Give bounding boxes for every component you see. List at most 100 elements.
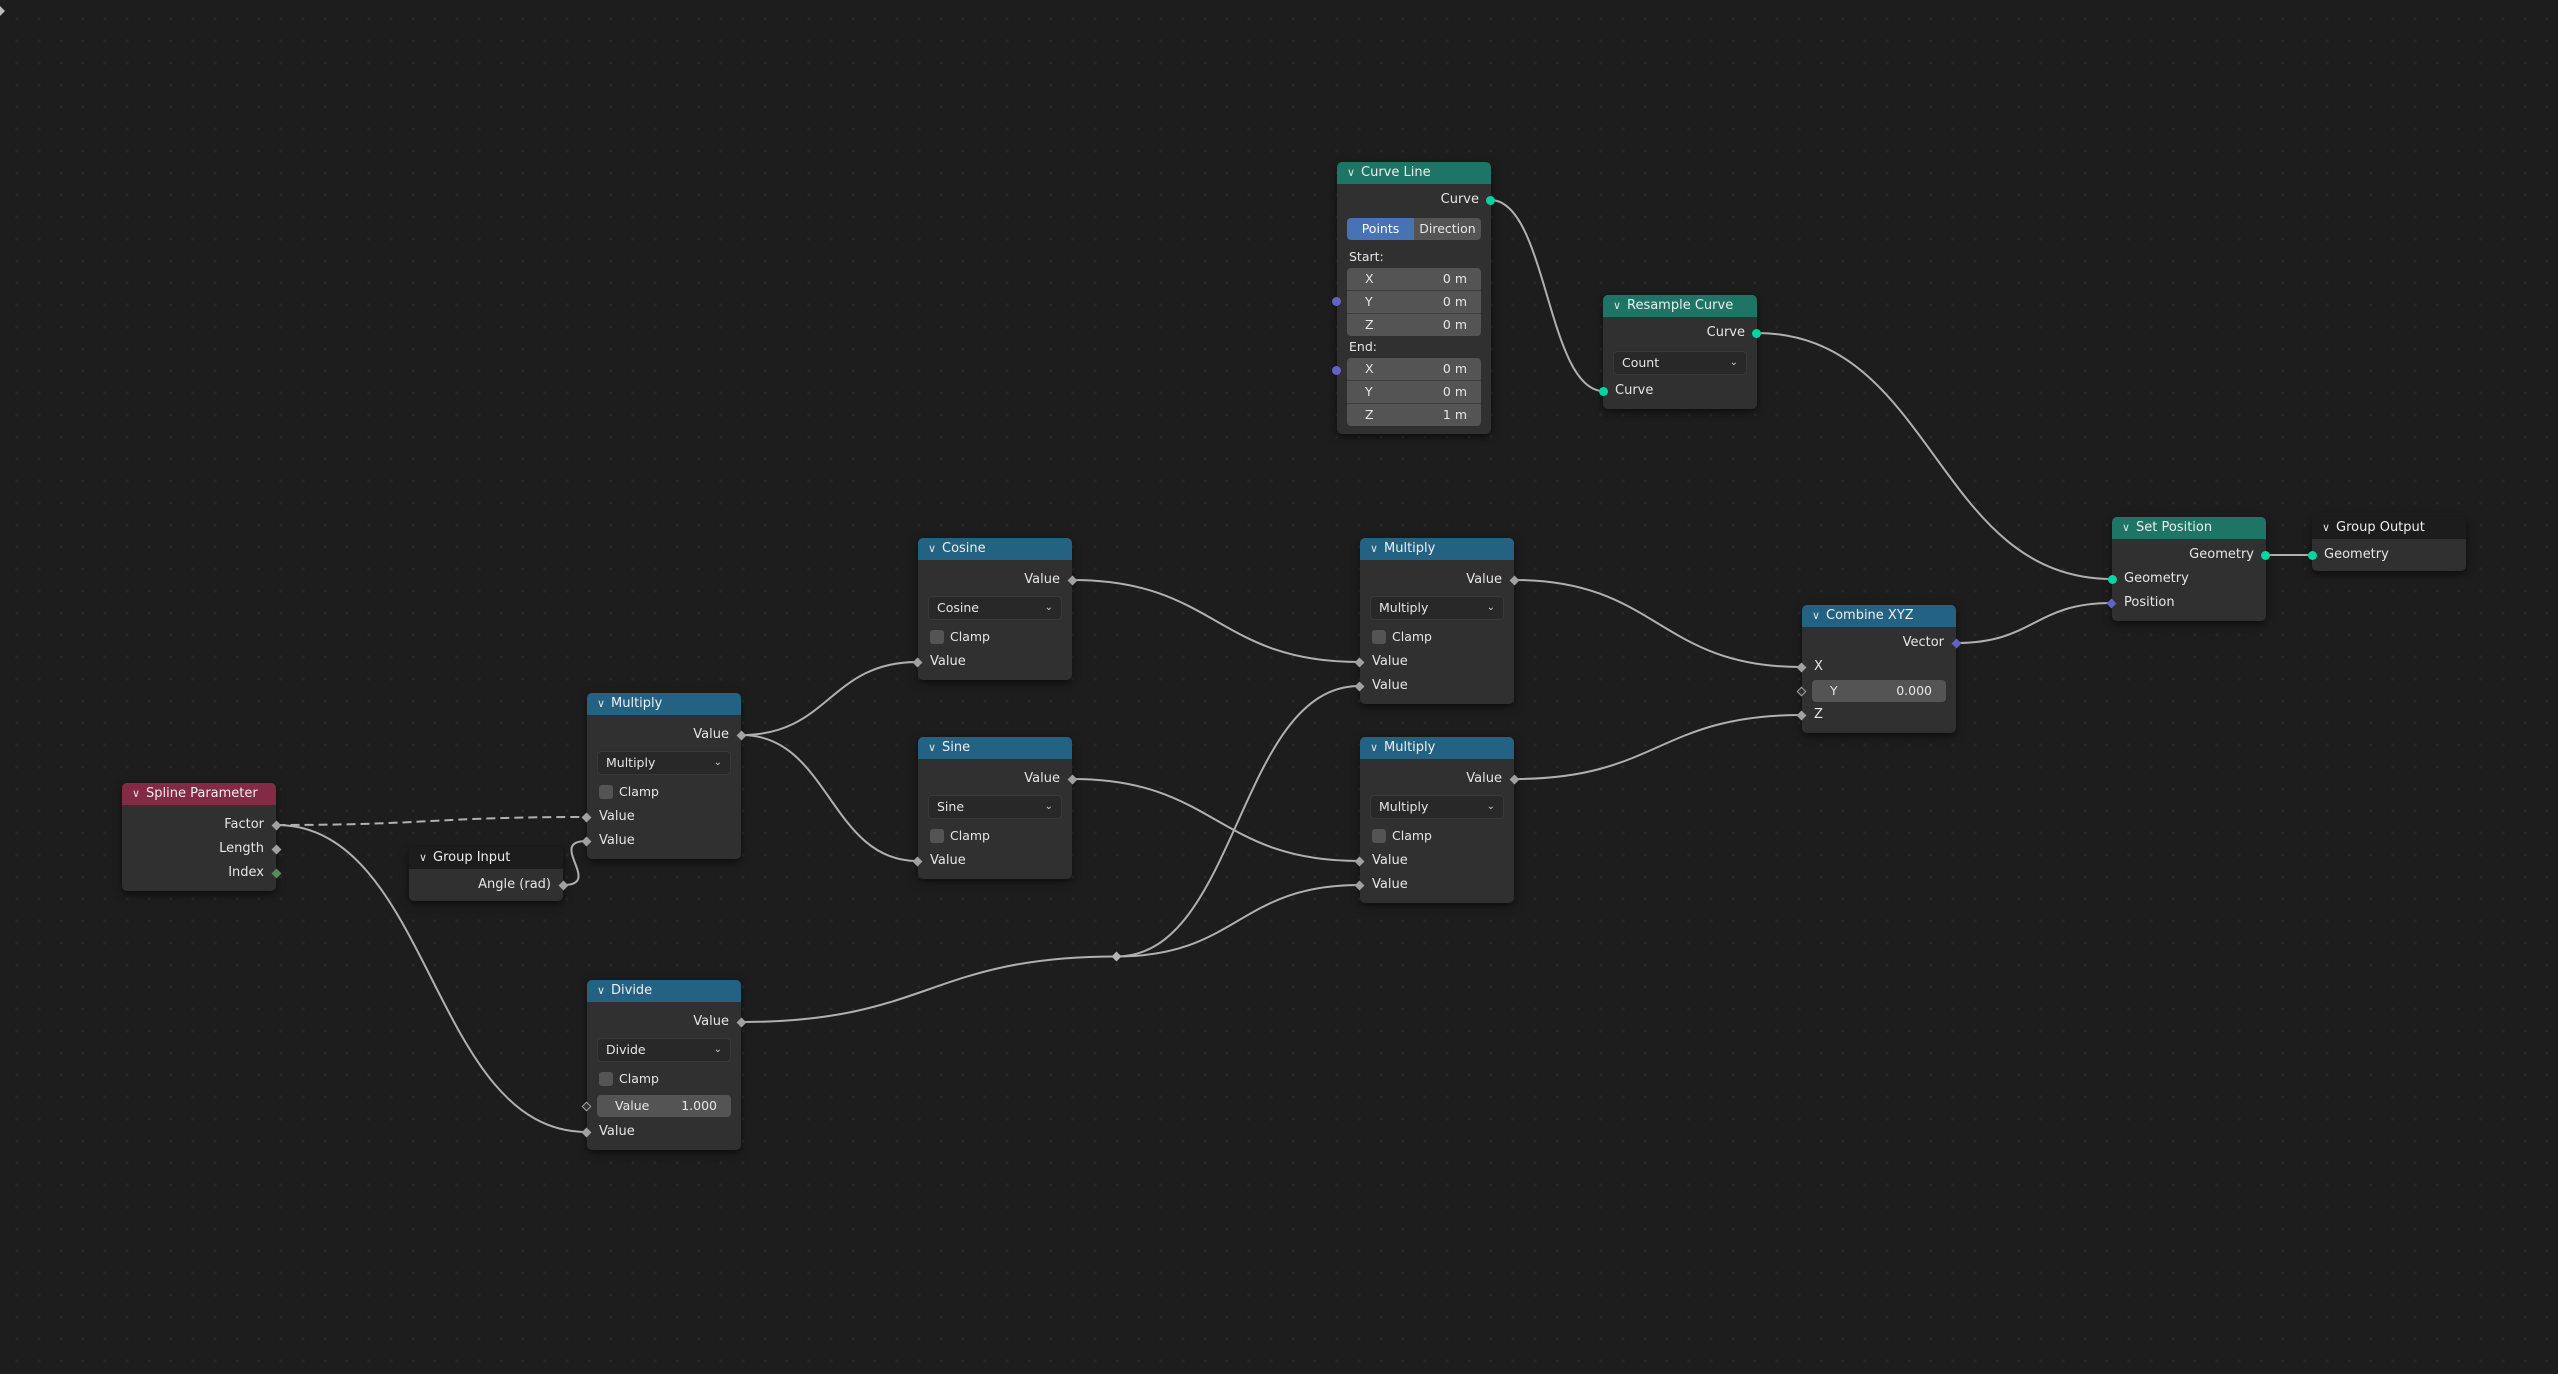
spline-parameter-node[interactable]: ∨ Spline Parameter Factor Length Index	[122, 783, 282, 891]
y-number-field[interactable]: Y 0.000	[1812, 680, 1946, 702]
clamp-checkbox-row[interactable]: Clamp	[918, 624, 1072, 650]
value-output-socket[interactable]	[1067, 575, 1078, 585]
value-input-socket[interactable]	[1354, 856, 1365, 866]
operation-dropdown[interactable]: Multiply ⌄	[597, 751, 731, 775]
value-input-socket[interactable]	[912, 856, 923, 866]
collapse-chevron-icon[interactable]: ∨	[597, 980, 611, 1002]
value-output-socket[interactable]	[1509, 774, 1520, 784]
value-input-socket[interactable]	[581, 1101, 592, 1112]
operation-dropdown[interactable]: Cosine ⌄	[928, 596, 1062, 620]
value-output-socket[interactable]	[1509, 575, 1520, 585]
clamp-checkbox[interactable]	[930, 829, 944, 843]
operation-dropdown[interactable]: Sine ⌄	[928, 795, 1062, 819]
vector-output-socket[interactable]	[1951, 638, 1962, 648]
combine-xyz-node[interactable]: ∨ Combine XYZ Vector X Y 0.000 Z	[1796, 605, 1962, 733]
node-header[interactable]: ∨ Sine	[918, 737, 1072, 759]
clamp-checkbox[interactable]	[599, 1072, 613, 1086]
node-link[interactable]	[1514, 714, 1802, 780]
collapse-chevron-icon[interactable]: ∨	[928, 737, 942, 759]
clamp-checkbox[interactable]	[1372, 829, 1386, 843]
node-header[interactable]: ∨ Combine XYZ	[1802, 605, 1956, 627]
clamp-checkbox[interactable]	[599, 785, 613, 799]
clamp-checkbox-row[interactable]: Clamp	[587, 1066, 741, 1092]
geometry-input-socket[interactable]	[2308, 550, 2317, 560]
y-input-socket[interactable]	[1796, 686, 1807, 697]
end-input-socket[interactable]	[1332, 366, 1341, 375]
curve-input-socket[interactable]	[1599, 386, 1608, 396]
collapse-chevron-icon[interactable]: ∨	[1347, 162, 1361, 184]
resample-curve-node[interactable]: ∨ Resample Curve Curve Count ⌄ Curve	[1599, 295, 1761, 409]
node-link[interactable]	[1116, 884, 1360, 958]
node-header[interactable]: ∨ Spline Parameter	[122, 783, 276, 805]
curve-output-socket[interactable]	[1752, 328, 1761, 338]
index-output-socket[interactable]	[271, 868, 282, 878]
value-input-socket[interactable]	[1354, 681, 1365, 691]
clamp-checkbox-row[interactable]: Clamp	[1360, 624, 1514, 650]
collapse-chevron-icon[interactable]: ∨	[928, 538, 942, 560]
node-header[interactable]: ∨ Resample Curve	[1603, 295, 1757, 317]
collapse-chevron-icon[interactable]: ∨	[1812, 605, 1826, 627]
node-link[interactable]	[1072, 579, 1360, 663]
mode-direction-button[interactable]: Direction	[1414, 218, 1481, 240]
node-header[interactable]: ∨ Multiply	[1360, 737, 1514, 759]
start-y-field[interactable]: Y 0 m	[1347, 291, 1481, 314]
end-x-field[interactable]: X 0 m	[1347, 358, 1481, 381]
node-link[interactable]	[1072, 778, 1360, 862]
multiply-node[interactable]: ∨ Multiply Value Multiply ⌄ Clamp Value Va…	[1354, 737, 1520, 903]
value-input-socket[interactable]	[581, 1127, 592, 1137]
position-input-socket[interactable]	[2106, 598, 2117, 608]
clamp-checkbox-row[interactable]: Clamp	[1360, 823, 1514, 849]
length-output-socket[interactable]	[271, 844, 282, 854]
clamp-checkbox[interactable]	[930, 630, 944, 644]
value-input-socket[interactable]	[1354, 657, 1365, 667]
set-position-node[interactable]: ∨ Set Position Geometry Geometry Position	[2106, 517, 2270, 621]
value-input-socket[interactable]	[912, 657, 923, 667]
collapse-chevron-icon[interactable]: ∨	[419, 847, 433, 869]
value-input-socket[interactable]	[1354, 880, 1365, 890]
group-output-node[interactable]: ∨ Group Output Geometry	[2308, 517, 2466, 571]
value-input-socket[interactable]	[581, 836, 592, 846]
node-link[interactable]	[1514, 579, 1802, 668]
operation-dropdown[interactable]: Multiply ⌄	[1370, 596, 1504, 620]
collapse-chevron-icon[interactable]: ∨	[1613, 295, 1627, 317]
x-input-socket[interactable]	[1796, 662, 1807, 672]
value-output-socket[interactable]	[736, 730, 747, 740]
expand-arrow-icon[interactable]	[0, 6, 5, 16]
node-header[interactable]: ∨ Group Output	[2312, 517, 2466, 539]
node-link[interactable]	[1490, 199, 1604, 392]
multiply-node[interactable]: ∨ Multiply Value Multiply ⌄ Clamp Value Va…	[581, 693, 747, 859]
end-z-field[interactable]: Z 1 m	[1347, 404, 1481, 426]
collapse-chevron-icon[interactable]: ∨	[2122, 517, 2136, 539]
divide-node[interactable]: ∨ Divide Value Divide ⌄ Clamp Value 1.000 V…	[581, 980, 747, 1150]
collapse-chevron-icon[interactable]: ∨	[1370, 538, 1384, 560]
node-link[interactable]	[276, 816, 587, 826]
value-number-field[interactable]: Value 1.000	[597, 1095, 731, 1117]
node-link[interactable]	[1116, 685, 1360, 958]
node-header[interactable]: ∨ Divide	[587, 980, 741, 1002]
node-link[interactable]	[563, 840, 587, 886]
node-link[interactable]	[1756, 332, 2113, 580]
reroute-node[interactable]	[1111, 951, 1122, 962]
value-output-socket[interactable]	[1067, 774, 1078, 784]
node-link[interactable]	[1956, 602, 2112, 644]
collapse-chevron-icon[interactable]: ∨	[132, 783, 146, 805]
node-link[interactable]	[741, 955, 1117, 1023]
clamp-checkbox-row[interactable]: Clamp	[587, 779, 741, 805]
node-header[interactable]: ∨ Cosine	[918, 538, 1072, 560]
value-input-socket[interactable]	[581, 812, 592, 822]
node-link[interactable]	[741, 661, 918, 736]
geometry-output-socket[interactable]	[2261, 550, 2270, 560]
mode-points-button[interactable]: Points	[1347, 218, 1414, 240]
clamp-checkbox[interactable]	[1372, 630, 1386, 644]
geometry-input-socket[interactable]	[2108, 574, 2117, 584]
value-output-socket[interactable]	[736, 1017, 747, 1027]
collapse-chevron-icon[interactable]: ∨	[1370, 737, 1384, 759]
collapse-chevron-icon[interactable]: ∨	[2322, 517, 2336, 539]
end-y-field[interactable]: Y 0 m	[1347, 381, 1481, 404]
start-x-field[interactable]: X 0 m	[1347, 268, 1481, 291]
start-input-socket[interactable]	[1332, 297, 1341, 306]
collapse-chevron-icon[interactable]: ∨	[597, 693, 611, 715]
multiply-node[interactable]: ∨ Multiply Value Multiply ⌄ Clamp Value Va…	[1354, 538, 1520, 704]
node-link[interactable]	[741, 734, 918, 862]
curve-output-socket[interactable]	[1486, 195, 1495, 205]
